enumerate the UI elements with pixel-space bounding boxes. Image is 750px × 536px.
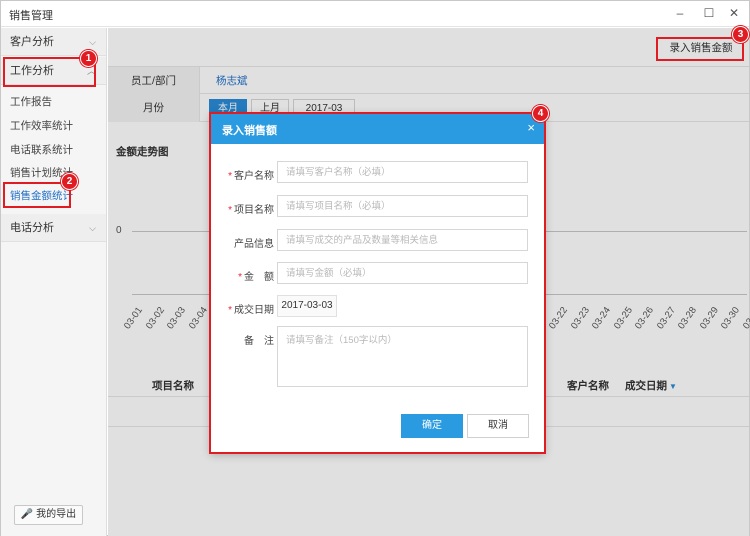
step-badge-2: 2 [61, 173, 78, 190]
sidebar-group-phone-analysis[interactable]: 电话分析 ⌵ [1, 214, 106, 242]
highlight-box-dialog [209, 112, 546, 454]
sales-management-window: 销售管理 – ☐ ✕ 客户分析 ⌵ 工作分析 ︿ 工作报告 工作效率统计 电话联… [0, 0, 750, 536]
sidebar: 客户分析 ⌵ 工作分析 ︿ 工作报告 工作效率统计 电话联系统计 销售计划统计 … [1, 28, 107, 536]
maximize-icon[interactable]: ☐ [698, 4, 720, 22]
sidebar-item-work-report[interactable]: 工作报告 [1, 92, 106, 112]
sidebar-group-label: 电话分析 [10, 222, 54, 234]
title-bar: 销售管理 – ☐ ✕ [1, 1, 749, 27]
sidebar-group-label: 客户分析 [10, 36, 54, 48]
chevron-down-icon: ⌵ [89, 223, 96, 233]
highlight-box-record-button [656, 37, 744, 61]
step-badge-1: 1 [80, 50, 97, 67]
minimize-icon[interactable]: – [669, 4, 691, 22]
my-export-button[interactable]: 🎤 我的导出 [14, 505, 83, 525]
sidebar-item-phone-contact[interactable]: 电话联系统计 [1, 140, 106, 160]
window-title: 销售管理 [9, 10, 53, 22]
highlight-box-sales-amount [3, 182, 71, 208]
step-badge-4: 4 [532, 105, 549, 122]
sidebar-item-sales-plan[interactable]: 销售计划统计 [1, 163, 106, 183]
close-icon[interactable]: ✕ [723, 4, 745, 22]
step-badge-3: 3 [732, 26, 749, 43]
sidebar-item-work-efficiency[interactable]: 工作效率统计 [1, 116, 106, 136]
